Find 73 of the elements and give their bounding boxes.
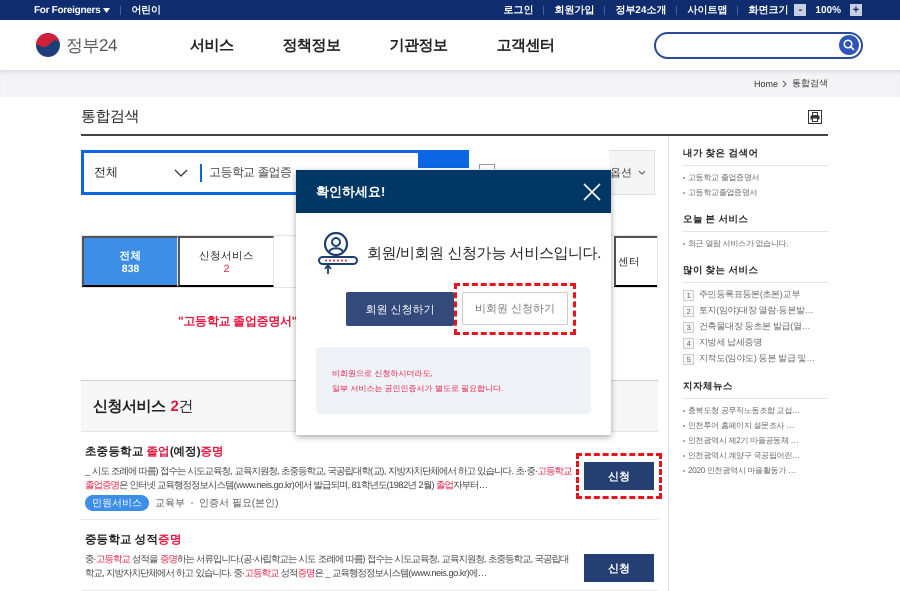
notice-text: 비회원으로 신청하시더라도, <box>332 368 434 378</box>
breadcrumb-link[interactable]: Home <box>754 78 778 88</box>
count-unit: 건 <box>178 396 193 416</box>
search-button[interactable] <box>839 35 859 55</box>
link[interactable]: For Foreigners <box>34 4 110 16</box>
result-meta: 교육부 <box>155 497 185 510</box>
sidebar-link[interactable]: 인천광역시 제2기 마을공동체 … <box>688 435 798 446</box>
page-title: 통합검색 <box>81 107 139 126</box>
notice-text: 일부 서비스는 공인인증서가 별도로 필요합니다. <box>332 382 504 394</box>
sidebar-link[interactable]: 고등학교졸업증명서 <box>688 187 758 198</box>
category-select[interactable]: 전체 <box>84 164 200 181</box>
apply-button[interactable]: 신청 <box>584 554 654 582</box>
user-password-icon <box>317 231 359 275</box>
sidebar-link[interactable]: 주민등록표등본(초본)교부 <box>699 289 800 301</box>
zoom-in-button[interactable]: + <box>850 4 862 16</box>
nav-link[interactable]: 기관정보 <box>390 36 448 54</box>
chevron-right-icon <box>782 80 788 88</box>
sidebar-link[interactable]: 인천투어 홈페이지 설문조사 … <box>688 420 794 431</box>
sidebar-link[interactable]: 충북도청 공무직노동조합 교섭… <box>688 405 800 416</box>
top-link[interactable]: 정부24소개 <box>615 3 666 17</box>
sidebar-heading: 내가 찾은 검색어 <box>683 147 828 166</box>
sidebar-heading: 오늘 본 서비스 <box>683 213 828 232</box>
top-link[interactable]: 회원가입 <box>554 3 594 17</box>
breadcrumb-link[interactable]: 통합검색 <box>792 77 828 90</box>
guest-apply-button[interactable]: 비회원 신청하기 <box>462 292 568 325</box>
sidebar-link[interactable]: 최근 열람 서비스가 없습니다. <box>688 238 788 249</box>
result-tab[interactable]: 신청서비스 2 <box>178 236 274 287</box>
modal-title: 확인하세요! <box>316 182 386 200</box>
sidebar-heading: 지자체뉴스 <box>683 380 828 399</box>
sidebar-link[interactable]: 지방세 납세증명 <box>699 337 762 349</box>
chevron-down-icon <box>638 170 646 175</box>
close-icon <box>582 182 602 202</box>
nav-link[interactable]: 정책정보 <box>282 36 340 54</box>
printer-icon <box>810 112 820 122</box>
category-tag: 민원서비스 <box>85 495 149 511</box>
result-description: _ 시도 조례에 따름) 접수는 시도교육청, 교육지원청, 초중등학교, 국공립대학(교), 지방자치단체에서 하고 있습니다. 초·중·고등학교 졸업증명은 인터넷 교육행정정보시스템(www.neis.go.kr)에서 발급되며, 81학년도(1982년 2월) 졸업자부터… <box>85 465 573 492</box>
search-input[interactable]: 고등학교 졸업증 <box>209 164 292 181</box>
chevron-down-icon <box>174 168 188 176</box>
zoom-label: 화면크기 <box>748 4 788 17</box>
modal-message: 회원/비회원 신청가능 서비스입니다. <box>367 244 602 262</box>
query-note: "고등학교 졸업증명서" <box>178 313 298 330</box>
result-tab[interactable]: 센터 <box>614 236 657 287</box>
sidebar-link[interactable]: 인천광역시 계양구 국공립어린… <box>688 450 800 461</box>
close-button[interactable] <box>582 182 602 202</box>
logo-icon <box>35 32 61 58</box>
sidebar-heading: 많이 찾는 서비스 <box>683 264 828 283</box>
zoom-out-button[interactable]: - <box>794 4 806 16</box>
apply-button[interactable]: 신청 <box>584 462 654 490</box>
search-icon <box>843 39 855 51</box>
search-options-button[interactable]: 옵션 <box>609 150 655 195</box>
checkbox[interactable] <box>479 164 495 169</box>
top-link[interactable]: 로그인 <box>503 3 534 17</box>
logo[interactable]: 정부24 <box>35 32 190 58</box>
member-apply-button[interactable]: 회원 신청하기 <box>346 292 454 326</box>
result-count: 2 <box>170 398 178 414</box>
sidebar-link[interactable]: 토지(임야)대장 열람·등본발… <box>699 305 814 317</box>
sidebar-link[interactable]: 고등학교 졸업증명서 <box>688 172 760 183</box>
section-title: 신청서비스 <box>93 396 166 416</box>
link[interactable]: 어린이 <box>131 3 160 17</box>
result-title[interactable]: 중등학교 성적증명 <box>85 532 575 547</box>
result-title[interactable]: 초중등학교 졸업(예정)증명 <box>85 444 575 459</box>
result-meta: 인증서 필요(본인) <box>199 497 278 510</box>
search-field[interactable] <box>654 32 863 58</box>
sidebar-link[interactable]: 지적도(임야도) 등본 발급 및… <box>699 353 815 365</box>
top-link[interactable]: 사이트맵 <box>687 3 728 17</box>
result-description: 중·고등학교 성적을 증명하는 서류입니다.(공·사립학교는 시도 조례에 따름) 접수는 시도교육청, 교육지원청, 초중등학교, 국공립대학교, 지방자치단체에서 하고 있습니다. 중·고등학교 성적증명은 _ 교육행정정보시스템(www.neis.go.kr)에… <box>85 553 570 580</box>
print-button[interactable] <box>808 110 822 124</box>
logo-text: 정부24 <box>66 34 117 56</box>
sidebar-link[interactable]: 2020 인천광역시 마을활동가 … <box>688 465 796 476</box>
nav-link[interactable]: 서비스 <box>190 36 234 54</box>
caret-icon <box>103 8 110 12</box>
sidebar-link[interactable]: 건축물대장 등초본 발급(열… <box>699 321 810 333</box>
nav-link[interactable]: 고객센터 <box>496 36 554 54</box>
